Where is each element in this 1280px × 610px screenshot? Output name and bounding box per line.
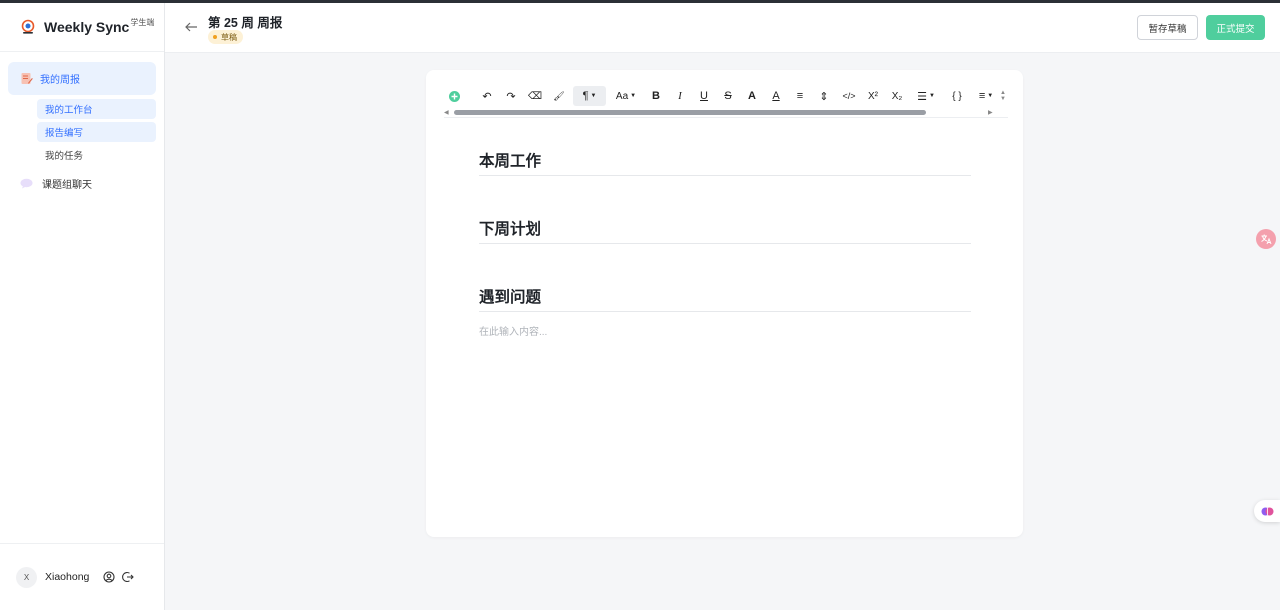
editor-card: ↶ ↷ ⌫ 🖌 ¶ ▼ Aa ▼ B I U S A A ≡ ⇕ </> X² X₂… [426, 70, 1023, 537]
add-block-icon[interactable] [446, 86, 463, 106]
scroll-left-icon[interactable]: ◀ [444, 109, 449, 116]
chevron-down-icon: ▼ [630, 93, 637, 99]
code-block-icon[interactable]: { } [946, 86, 968, 106]
italic-icon[interactable]: I [671, 86, 689, 106]
chevron-down-icon: ▼ [987, 93, 994, 99]
format-painter-icon[interactable]: 🖌 [550, 86, 568, 106]
underline-icon[interactable]: U [695, 86, 713, 106]
list-icon: ☰ [917, 90, 927, 103]
sidebar-item-my-weekly[interactable]: 我的周报 [8, 62, 156, 95]
sidebar-item-label: 课题组聊天 [42, 179, 92, 191]
profile-icon[interactable] [102, 570, 116, 584]
paragraph-dropdown[interactable]: ¶ ▼ [573, 86, 606, 106]
user-bar: X Xiaohong [0, 543, 164, 610]
align-icon: ≡ [978, 90, 986, 102]
strikethrough-icon[interactable]: S [719, 86, 737, 106]
section-heading-issues[interactable]: 遇到问题 [479, 285, 971, 312]
font-color-icon[interactable]: A [767, 86, 785, 106]
scroll-right-icon[interactable]: ▶ [988, 109, 993, 116]
clear-format-icon[interactable]: ⌫ [526, 86, 544, 106]
section-heading-next-week[interactable]: 下周计划 [479, 217, 971, 244]
chevron-down-icon: ▼ [928, 93, 935, 99]
toolbar-scroll-spinner[interactable]: ▲ ▼ [998, 81, 1008, 111]
highlight-icon[interactable]: A [743, 86, 761, 106]
back-arrow-icon[interactable] [183, 19, 199, 35]
brand-subtitle: 学生端 [130, 17, 155, 27]
undo-icon[interactable]: ↶ [478, 86, 496, 106]
brand-title: Weekly Sync [44, 19, 130, 35]
submit-button[interactable]: 正式提交 [1206, 15, 1265, 40]
superscript-icon[interactable]: X² [864, 86, 882, 106]
translate-icon[interactable] [1256, 229, 1276, 249]
bold-icon[interactable]: B [647, 86, 665, 106]
indent-icon[interactable]: ⇕ [815, 86, 833, 106]
logout-icon[interactable] [121, 570, 135, 584]
brand-logo-icon [21, 19, 35, 34]
sidebar-item-report-writing[interactable]: 报告编写 [37, 122, 156, 142]
page-title: 第 25 周 周报 [208, 16, 283, 30]
save-draft-button[interactable]: 暂存草稿 [1137, 15, 1198, 40]
user-name: Xiaohong [45, 571, 90, 583]
status-dot-icon [213, 35, 217, 39]
section-heading-this-week[interactable]: 本周工作 [479, 149, 971, 176]
sidebar-submenu: 我的工作台 报告编写 我的任务 [8, 99, 156, 165]
chevron-down-icon: ▼ [590, 93, 597, 99]
editor-placeholder[interactable]: 在此输入内容... [479, 323, 547, 338]
font-size-dropdown[interactable]: Aa ▼ [612, 86, 640, 106]
avatar[interactable]: X [16, 566, 37, 588]
sidebar-item-my-tasks[interactable]: 我的任务 [37, 145, 156, 165]
redo-icon[interactable]: ↷ [502, 86, 520, 106]
code-icon[interactable]: </> [839, 86, 859, 106]
sidebar-item-label: 我的周报 [40, 75, 80, 86]
chevron-down-icon: ▼ [1000, 96, 1006, 102]
toolbar-divider [444, 117, 1008, 118]
paragraph-icon: ¶ [582, 90, 589, 102]
chat-bubble-icon [20, 178, 33, 188]
sidebar: Weekly Sync 学生端 我的周报 我的工作台 报告编写 我的任务 课题组… [0, 3, 165, 610]
toolbar-scrollbar[interactable]: ◀ ▶ [444, 109, 1008, 116]
page-header: 第 25 周 周报 草稿 暂存草稿 正式提交 [165, 3, 1280, 53]
list-dropdown[interactable]: ☰ ▼ [912, 86, 940, 106]
status-badge-label: 草稿 [221, 32, 237, 42]
align-dropdown[interactable]: ≡ ▼ [973, 86, 999, 106]
font-size-icon: Aa [615, 90, 629, 102]
ai-assistant-icon[interactable] [1254, 500, 1280, 522]
status-badge: 草稿 [208, 30, 243, 44]
brand[interactable]: Weekly Sync 学生端 [0, 3, 164, 52]
report-icon [21, 73, 33, 84]
subscript-icon[interactable]: X₂ [888, 86, 906, 106]
sidebar-item-group-chat[interactable]: 课题组聊天 [8, 168, 156, 198]
sidebar-nav: 我的周报 我的工作台 报告编写 我的任务 课题组聊天 [0, 52, 164, 198]
scrollbar-thumb[interactable] [454, 110, 926, 115]
line-height-icon[interactable]: ≡ [791, 86, 809, 106]
sidebar-item-workbench[interactable]: 我的工作台 [37, 99, 156, 119]
